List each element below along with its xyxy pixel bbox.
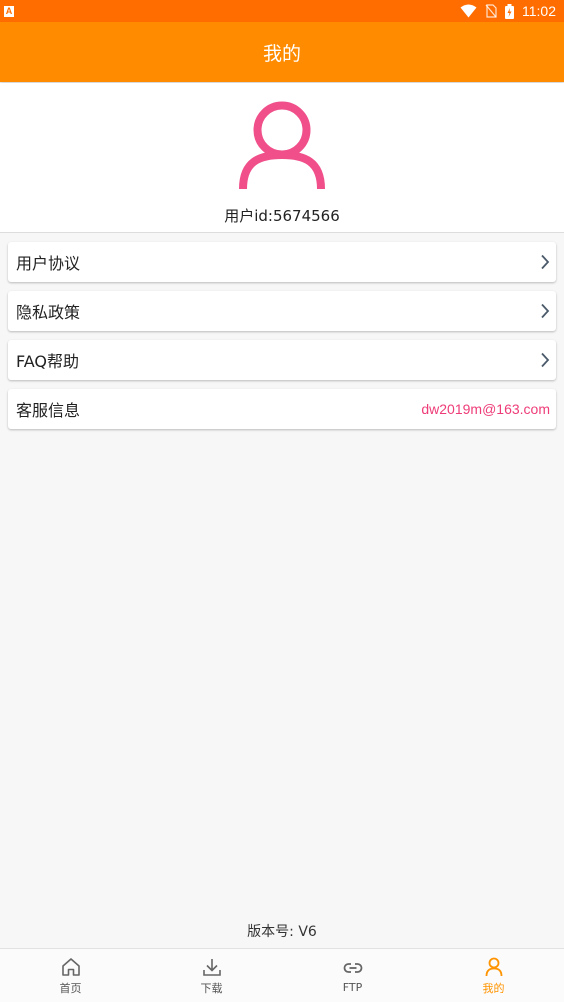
app-header: 我的 [0, 22, 564, 82]
download-icon [202, 958, 221, 976]
tab-ftp[interactable]: FTP [282, 949, 423, 1002]
menu-item-label: 客服信息 [16, 401, 81, 420]
user-avatar-icon [239, 101, 325, 190]
page-title: 我的 [262, 42, 301, 65]
chevron-right-icon [541, 352, 550, 368]
tab-label: 我的 [482, 981, 505, 995]
menu-item-label: 隐私政策 [16, 303, 81, 322]
menu-item-label: FAQ帮助 [16, 352, 79, 371]
version-label: 版本号: V6 [247, 924, 317, 940]
link-icon [343, 963, 362, 973]
wifi-icon [460, 4, 477, 18]
tab-home[interactable]: 首页 [0, 949, 141, 1002]
menu-item-faq[interactable]: FAQ帮助 [8, 340, 556, 380]
tab-label: 下载 [200, 981, 223, 995]
tab-download[interactable]: 下载 [141, 949, 282, 1002]
notification-a-icon: A [4, 5, 14, 17]
home-icon [61, 957, 80, 976]
chevron-right-icon [541, 303, 550, 319]
profile-card: 用户id:5674566 [0, 83, 564, 233]
tab-label: FTP [342, 981, 363, 994]
clock: 11:02 [522, 3, 556, 19]
status-bar: A 11:02 [0, 0, 564, 22]
menu-item-user-agreement[interactable]: 用户协议 [8, 242, 556, 282]
person-icon [485, 957, 502, 976]
battery-charging-icon [505, 3, 514, 19]
tab-label: 首页 [59, 981, 82, 995]
no-sim-icon [485, 4, 497, 18]
menu-item-privacy-policy[interactable]: 隐私政策 [8, 291, 556, 331]
user-id-label: 用户id:5674566 [224, 207, 340, 225]
chevron-right-icon [541, 254, 550, 270]
bottom-navigation: 首页 下载 FTP 我的 [0, 948, 564, 1002]
tab-mine[interactable]: 我的 [423, 949, 564, 1002]
support-email[interactable]: dw2019m@163.com [421, 401, 550, 417]
menu-item-label: 用户协议 [16, 254, 81, 273]
menu-item-customer-service[interactable]: 客服信息 dw2019m@163.com [8, 389, 556, 429]
